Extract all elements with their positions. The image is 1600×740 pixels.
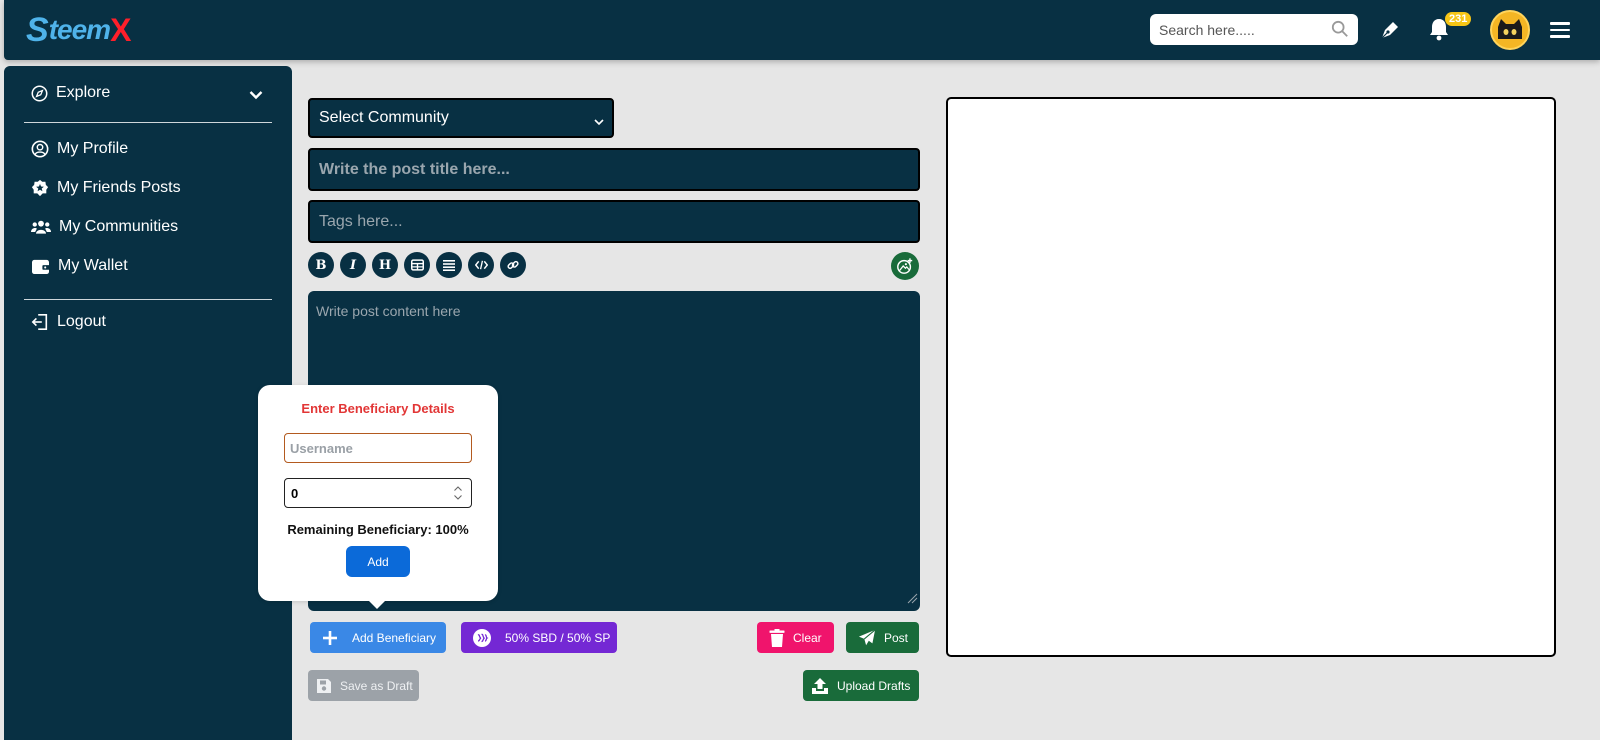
star-badge-icon [31,179,49,197]
clear-label: Clear [793,630,822,645]
save-draft-label: Save as Draft [340,678,413,693]
heading-icon[interactable]: H [372,252,398,278]
popup-arrow [369,601,385,609]
sidebar-item-my-wallet[interactable]: My Wallet [31,257,128,275]
payout-split-button[interactable]: 50% SBD / 50% SP [461,622,617,653]
post-button[interactable]: Post [846,622,919,653]
post-content-placeholder: Write post content here [316,303,461,319]
add-image-icon[interactable] [891,252,919,280]
tags-placeholder: Tags here... [319,212,403,230]
beneficiary-weight-value: 0 [291,485,299,501]
menu-icon[interactable] [1550,22,1570,42]
beneficiary-popup-title: Enter Beneficiary Details [301,401,455,416]
avatar[interactable] [1490,10,1530,50]
add-label: Add [367,554,389,569]
italic-icon[interactable]: I [340,252,366,278]
bold-glyph: B [315,257,327,273]
table-icon[interactable] [404,252,430,278]
tags-input[interactable]: Tags here... [308,200,920,243]
sidebar: Explore My Profile My Friends Posts My C… [4,66,292,740]
sidebar-item-logout[interactable]: Logout [31,313,106,331]
search-icon[interactable] [1331,20,1349,43]
post-label: Post [884,630,909,645]
users-icon [31,220,51,234]
sidebar-item-label: My Communities [59,218,179,235]
trash-icon [769,628,785,647]
user-circle-icon [31,140,49,158]
formatting-toolbar: B I H [308,252,532,278]
chevron-down-icon [594,113,604,131]
sidebar-item-my-friends-posts[interactable]: My Friends Posts [31,179,181,197]
compass-icon [31,85,48,101]
upload-drafts-button[interactable]: Upload Drafts [803,670,919,701]
logout-icon [31,313,48,331]
post-title-placeholder: Write the post title here... [319,160,510,178]
notification-badge: 231 [1445,12,1472,26]
beneficiary-popup: Enter Beneficiary Details Username 0 Rem… [258,385,498,609]
sidebar-item-label: My Wallet [58,257,128,274]
sidebar-item-label: My Friends Posts [57,179,181,196]
code-icon[interactable] [468,252,494,278]
post-title-input[interactable]: Write the post title here... [308,148,920,191]
list-icon[interactable] [436,252,462,278]
steem-icon [473,628,491,647]
sidebar-item-label: Explore [56,84,111,101]
add-beneficiary-button[interactable]: Add Beneficiary [310,622,446,653]
beneficiary-username-placeholder: Username [290,440,353,456]
remaining-beneficiary-text: Remaining Beneficiary: 100% [287,522,469,537]
plus-icon [323,630,337,645]
search-box [1150,14,1358,45]
beneficiary-weight-input[interactable]: 0 [284,478,472,508]
upload-icon [812,677,828,694]
sidebar-item-label: My Profile [57,140,129,157]
heading-glyph: H [378,257,392,273]
search-input[interactable] [1150,14,1320,45]
sidebar-divider [24,299,272,300]
logo-s: S [26,10,49,49]
add-beneficiary-label: Add Beneficiary [352,630,437,645]
paper-plane-icon [858,628,876,645]
sidebar-item-explore[interactable]: Explore [31,84,110,102]
sidebar-item-my-communities[interactable]: My Communities [31,218,178,236]
sidebar-divider [24,122,272,123]
beneficiary-username-input[interactable]: Username [284,433,472,463]
post-preview-panel [946,97,1556,657]
pen-icon[interactable] [1378,18,1402,47]
logo-teem: teem [48,14,111,45]
number-spinner-icon[interactable] [451,483,465,503]
link-icon[interactable] [500,252,526,278]
wallet-icon [32,259,50,274]
add-beneficiary-confirm-button[interactable]: Add [346,546,410,577]
sidebar-item-label: Logout [57,313,106,330]
clear-button[interactable]: Clear [757,622,834,653]
community-select[interactable]: Select Community [308,98,614,138]
payout-split-label: 50% SBD / 50% SP [505,630,611,645]
floppy-disk-icon [317,678,331,693]
steemx-logo[interactable]: Steem X [26,10,132,49]
save-draft-button[interactable]: Save as Draft [308,670,419,701]
sidebar-item-my-profile[interactable]: My Profile [31,140,128,158]
chevron-down-icon[interactable] [249,87,263,105]
italic-glyph: I [349,257,357,273]
top-navbar: SteemX 231 [4,0,1600,60]
upload-drafts-label: Upload Drafts [837,678,911,693]
bold-icon[interactable]: B [308,252,334,278]
resize-handle-icon[interactable] [906,591,918,609]
logo-x: X [110,11,132,48]
community-select-value: Select Community [319,109,449,126]
